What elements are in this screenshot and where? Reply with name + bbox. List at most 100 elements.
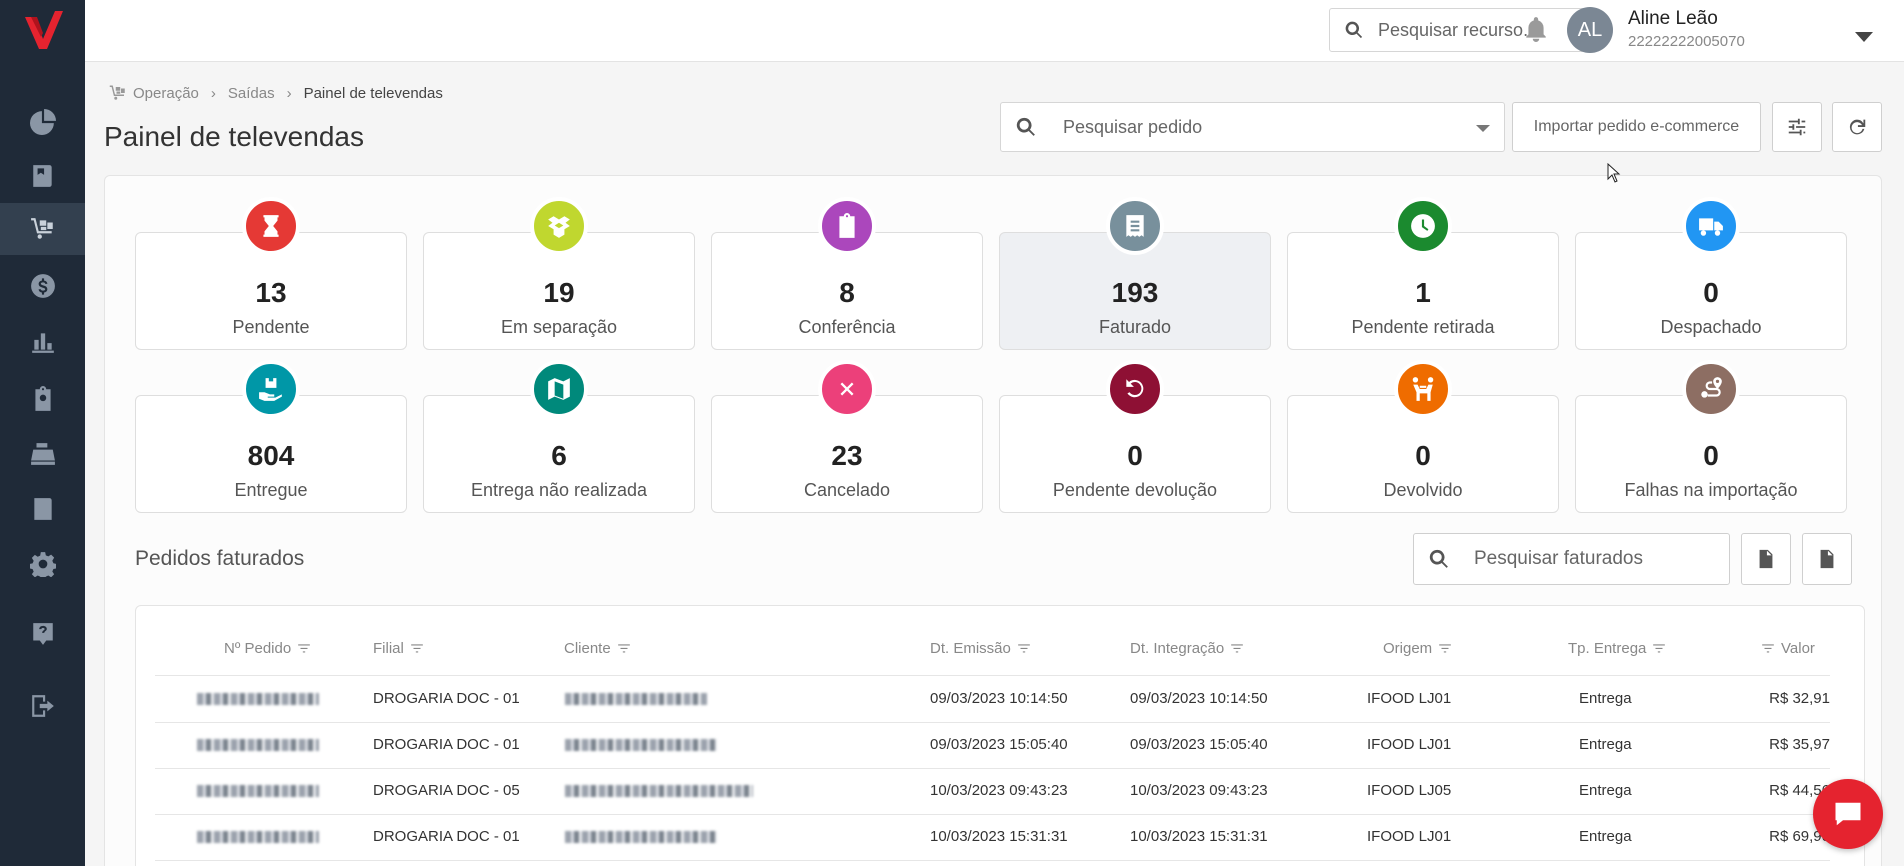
filter-icon[interactable] [1652,642,1666,656]
map-icon [548,378,570,400]
table-row[interactable]: DROGARIA DOC - 01 09/03/2023 15:05:40 09/0… [155,722,1830,768]
filter-icon[interactable] [297,642,311,656]
col-entrega[interactable]: Tp. Entrega [1568,640,1666,657]
export-excel-button[interactable] [1802,533,1852,585]
refresh-button[interactable] [1832,102,1882,152]
cell-emissao: 10/03/2023 15:31:31 [930,828,1068,845]
col-pedido-label: Nº Pedido [224,640,292,657]
sliders-icon [1788,118,1806,136]
status-card[interactable]: 6 Entrega não realizada [423,360,695,513]
redacted-order-number [197,785,319,797]
nav-operacao[interactable] [0,203,85,255]
chevron-down-icon[interactable] [1476,125,1490,132]
status-card[interactable]: 0 Falhas na importação [1575,360,1847,513]
status-label: Cancelado [803,480,891,500]
status-label: Faturado [1098,317,1172,337]
brand-logo[interactable] [0,0,85,62]
cell-origem: IFOOD LJ01 [1367,690,1452,707]
status-card[interactable]: 8 Conferência [711,197,983,350]
status-count: 804 [247,440,295,471]
nav-ajuda[interactable] [0,608,85,660]
redacted-order-number [197,831,319,843]
filter-icon[interactable] [410,642,424,656]
nav-cadastros[interactable] [0,150,85,202]
resource-search[interactable] [1329,8,1589,52]
mouse-cursor-icon [1607,163,1621,183]
cell-emissao: 10/03/2023 09:43:23 [930,782,1068,799]
status-card[interactable]: 0 Devolvido [1287,360,1559,513]
table-row[interactable]: DROGARIA DOC - 01 09/03/2023 10:14:50 09/0… [155,676,1830,722]
filter-icon[interactable] [1230,642,1244,656]
redacted-order-number [197,693,319,705]
table-row[interactable]: DROGARIA DOC - 05 10/03/2023 09:43:23 10/0… [155,768,1830,814]
nav-financeiro[interactable] [0,260,85,312]
status-card[interactable]: 0 Pendente devolução [999,360,1271,513]
import-ecommerce-button[interactable]: Importar pedido e-commerce [1512,102,1761,152]
breadcrumb-saidas[interactable]: Saídas [228,85,275,102]
nav-pdv[interactable] [0,428,85,480]
status-count: 8 [839,277,855,308]
status-icon-badge [530,360,588,418]
user-name[interactable]: Aline Leão [1628,8,1718,30]
nav-dashboard[interactable] [0,96,85,148]
table-row[interactable]: DROGARIA DOC - 01 10/03/2023 15:31:31 10/0… [155,814,1830,860]
filter-icon[interactable] [1017,642,1031,656]
user-menu-caret[interactable] [1855,32,1873,42]
col-cliente[interactable]: Cliente [564,640,631,657]
status-card[interactable]: 23 Cancelado [711,360,983,513]
status-icon-badge [530,197,588,255]
cell-entrega: Entrega [1579,782,1632,799]
cell-origem: IFOOD LJ01 [1367,736,1452,753]
status-count: 23 [831,440,863,471]
status-label: Pendente [232,317,310,337]
filter-settings-button[interactable] [1772,102,1822,152]
invoiced-search-input[interactable] [1474,548,1714,570]
chevron-right-icon: › [286,84,292,102]
order-search[interactable] [1000,102,1505,152]
filter-icon[interactable] [617,642,631,656]
cell-integracao: 10/03/2023 15:31:31 [1130,828,1268,845]
status-icon-badge [1106,360,1164,418]
avatar[interactable]: AL [1567,7,1613,53]
breadcrumb: Operação › Saídas › Painel de televendas [109,84,443,102]
order-search-input[interactable] [1063,116,1443,138]
status-label: Despachado [1660,317,1762,337]
nav-catalogo[interactable] [0,483,85,535]
export-pdf-button[interactable] [1741,533,1791,585]
status-card[interactable]: 1 Pendente retirada [1287,197,1559,350]
filter-icon[interactable] [1438,642,1452,656]
status-card[interactable]: 13 Pendente [135,197,407,350]
status-card[interactable]: 19 Em separação [423,197,695,350]
redacted-client [565,785,753,797]
col-valor[interactable]: Valor [1761,640,1815,657]
dolly-icon [30,218,53,239]
nav-relatorios[interactable] [0,316,85,368]
status-icon-badge [1394,360,1452,418]
filter-icon[interactable] [1761,642,1775,656]
cell-filial: DROGARIA DOC - 01 [373,828,520,845]
search-icon [1016,117,1035,136]
help-icon [32,623,53,645]
status-card[interactable]: 804 Entregue [135,360,407,513]
bar-chart-icon [31,333,54,353]
undo-icon [1126,379,1144,398]
chat-button[interactable] [1813,779,1883,849]
col-emissao[interactable]: Dt. Emissão [930,640,1031,657]
breadcrumb-operacao[interactable]: Operação [133,85,199,102]
cell-valor: R$ 32,91 [1769,690,1830,707]
status-card[interactable]: 193 Faturado [999,197,1271,350]
nav-tarefas[interactable] [0,373,85,425]
notifications-bell[interactable] [1523,16,1549,42]
status-card[interactable]: 0 Despachado [1575,197,1847,350]
col-integracao[interactable]: Dt. Integração [1130,640,1244,657]
col-filial[interactable]: Filial [373,640,424,657]
gear-icon [29,552,56,577]
col-pedido[interactable]: Nº Pedido [224,640,311,657]
route-icon [1701,377,1722,398]
search-icon [1345,21,1363,39]
nav-sair[interactable] [0,680,85,732]
col-origem[interactable]: Origem [1383,640,1452,657]
invoiced-search[interactable] [1413,533,1730,585]
status-count: 13 [255,277,287,308]
nav-configuracoes[interactable] [0,538,85,590]
